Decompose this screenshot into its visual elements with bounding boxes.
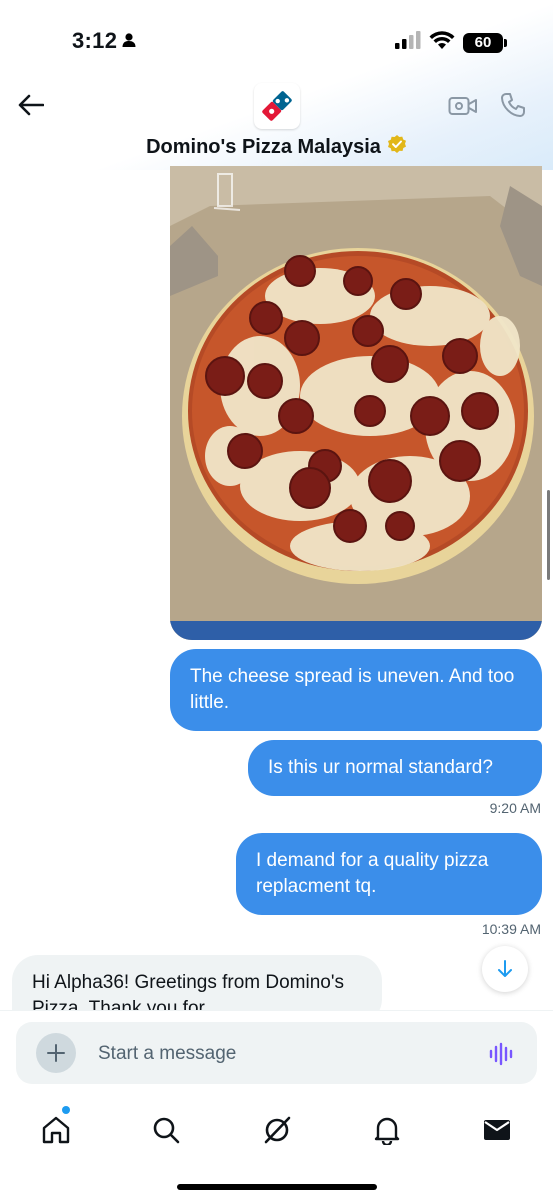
- page-title: Domino's Pizza Malaysia: [146, 135, 381, 158]
- outgoing-message[interactable]: Is this ur normal standard?: [248, 740, 542, 796]
- plus-icon: [47, 1044, 65, 1062]
- status-indicators: 60: [395, 30, 507, 55]
- domino-logo[interactable]: [254, 83, 300, 129]
- scrollbar[interactable]: [547, 490, 550, 580]
- phone-call-button[interactable]: [496, 88, 530, 122]
- verified-badge-icon: [387, 134, 407, 160]
- bell-icon: [374, 1117, 400, 1145]
- video-call-button[interactable]: [446, 90, 480, 122]
- pizza-photo[interactable]: [170, 166, 542, 640]
- envelope-icon: [484, 1120, 510, 1140]
- nav-home[interactable]: [34, 1108, 78, 1152]
- outgoing-message[interactable]: The cheese spread is uneven. And too lit…: [170, 649, 542, 731]
- home-indicator: [177, 1184, 377, 1190]
- voice-message-button[interactable]: [488, 1040, 516, 1068]
- battery-indicator: 60: [463, 32, 507, 53]
- conversation-title[interactable]: Domino's Pizza Malaysia: [0, 134, 553, 160]
- domino-pizza-logo-icon: [262, 91, 292, 121]
- video-call-icon: [448, 97, 477, 115]
- wifi-icon: [429, 30, 455, 55]
- arrow-down-icon: [498, 960, 512, 977]
- message-composer: [16, 1022, 537, 1084]
- pizza-image: [170, 166, 542, 640]
- outgoing-message[interactable]: I demand for a quality pizza replacment …: [236, 833, 542, 915]
- voice-wave-icon: [489, 1042, 513, 1066]
- notification-dot: [62, 1106, 70, 1114]
- scroll-to-bottom-button[interactable]: [482, 946, 528, 992]
- arrow-left-icon: [18, 94, 44, 116]
- status-time: 3:12: [72, 28, 118, 53]
- message-input[interactable]: [98, 1040, 458, 1068]
- grok-icon: [264, 1116, 291, 1144]
- home-icon: [42, 1116, 70, 1144]
- search-icon: [153, 1117, 180, 1144]
- cellular-signal-icon: [395, 31, 421, 54]
- nav-messages[interactable]: [475, 1108, 519, 1152]
- nav-search[interactable]: [144, 1108, 188, 1152]
- nav-notifications[interactable]: [365, 1108, 409, 1152]
- message-timestamp: 9:20 AM: [489, 800, 541, 816]
- status-bar: 3:12 60: [0, 0, 553, 80]
- person-icon: [121, 32, 137, 53]
- phone-icon: [501, 93, 525, 117]
- back-button[interactable]: [14, 88, 48, 122]
- add-media-button[interactable]: [36, 1033, 76, 1073]
- message-timestamp: 10:39 AM: [481, 921, 541, 937]
- nav-grok[interactable]: [255, 1108, 299, 1152]
